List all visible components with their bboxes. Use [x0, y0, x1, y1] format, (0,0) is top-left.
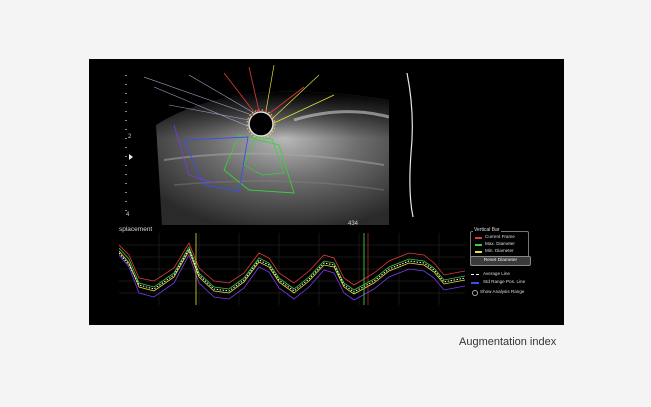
vertical-bar-legend: Vertical Bar Current Frame Max. Diameter…	[470, 227, 529, 258]
min-diameter-swatch-icon	[475, 251, 482, 253]
legend-label: Current Frame	[485, 234, 515, 239]
std-range-line-icon	[471, 282, 479, 284]
vessel-wall-trace	[406, 73, 414, 217]
legend-label: Min. Diameter	[485, 248, 514, 253]
average-line-label: Average Line	[483, 271, 510, 276]
frame-number: 434	[348, 221, 359, 227]
scale-label-top: 2	[128, 134, 132, 140]
legend-item-min-diameter: Min. Diameter	[475, 248, 529, 255]
legend-item-current-frame: Current Frame	[475, 234, 529, 241]
dashed-line-icon	[471, 274, 479, 275]
show-analysis-range-label: Show Analysis Range	[480, 289, 525, 294]
legend-item-max-diameter: Max. Diameter	[475, 241, 529, 248]
radio-icon[interactable]	[472, 290, 478, 296]
legend-title: Vertical Bar	[473, 227, 501, 233]
plot-title: splacement	[119, 226, 153, 233]
max-diameter-swatch-icon	[475, 244, 482, 246]
depth-scale: 2 4	[125, 75, 135, 218]
std-range-legend: Std Range Pos. Line	[471, 279, 551, 286]
legend-label: Max. Diameter	[485, 241, 515, 246]
reset-diameter-button[interactable]: Reset Diameter	[470, 256, 531, 266]
depth-marker-icon	[129, 154, 133, 160]
displacement-plot	[119, 233, 465, 305]
ultrasound-image	[144, 65, 389, 225]
average-line-legend: Average Line	[471, 271, 551, 278]
scale-label-bottom: 4	[126, 212, 130, 218]
std-range-label: Std Range Pos. Line	[483, 279, 526, 284]
ultrasound-screen: 2 4 434 splacement Vertical Bar Current …	[89, 59, 564, 325]
show-analysis-range-toggle[interactable]: Show Analysis Range	[471, 289, 551, 296]
figure-caption: Augmentation index	[459, 336, 557, 348]
current-frame-swatch-icon	[475, 237, 482, 239]
